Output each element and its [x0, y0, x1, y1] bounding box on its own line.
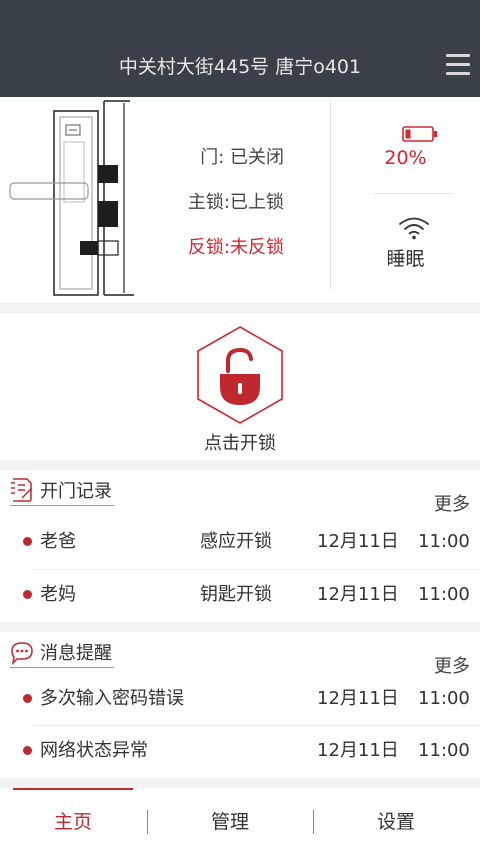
battery-icon: [402, 126, 437, 142]
door-records-section: 开门记录 更多 老爸 感应开锁 12月11日 11:00 老妈 钥匙开锁 12月…: [0, 470, 480, 622]
chat-bubble-icon: [11, 641, 33, 665]
network-status: 睡眠: [386, 248, 425, 270]
door-status: 门: 已关闭: [200, 147, 284, 168]
messages-section: 消息提醒 更多 多次输入密码错误 12月11日 11:00 网络状态异常 12月…: [0, 632, 480, 778]
unlock-button[interactable]: [195, 325, 285, 425]
tab-home[interactable]: 主页: [13, 788, 133, 853]
messages-title: 消息提醒: [40, 642, 112, 664]
device-info-panel: 20% 睡眠: [331, 97, 480, 303]
records-title: 开门记录: [40, 480, 112, 502]
app-header: 中关村大街445号 唐宁o401: [0, 0, 480, 97]
main-lock-status: 主锁:已上锁: [187, 192, 284, 213]
door-lock-illustration-icon: [9, 100, 134, 296]
record-row[interactable]: 老爸 感应开锁 12月11日 11:00: [0, 516, 480, 568]
lock-status-card: 门: 已关闭 主锁:已上锁 反锁:未反锁 20% 睡眠: [0, 97, 480, 303]
message-row[interactable]: 多次输入密码错误 12月11日 11:00: [0, 673, 480, 725]
tab-manage[interactable]: 管理: [150, 788, 310, 853]
unlock-label[interactable]: 点击开锁: [0, 429, 480, 455]
menu-icon[interactable]: [446, 54, 470, 76]
tab-settings[interactable]: 设置: [316, 788, 476, 853]
record-list-icon: [11, 477, 33, 502]
message-row[interactable]: 网络状态异常 12月11日 11:00: [0, 725, 480, 777]
bottom-tab-bar: 主页 管理 设置: [0, 788, 480, 853]
address-title: 中关村大街445号 唐宁o401: [118, 56, 362, 78]
unlock-card: 点击开锁: [0, 313, 480, 460]
records-header: 开门记录: [10, 474, 114, 506]
record-row[interactable]: 老妈 钥匙开锁 12月11日 11:00: [0, 569, 480, 621]
wifi-icon: [399, 217, 429, 240]
anti-lock-status: 反锁:未反锁: [187, 237, 284, 258]
records-more-link[interactable]: 更多: [434, 490, 470, 516]
battery-level: 20%: [384, 147, 427, 169]
messages-header: 消息提醒: [10, 636, 114, 668]
